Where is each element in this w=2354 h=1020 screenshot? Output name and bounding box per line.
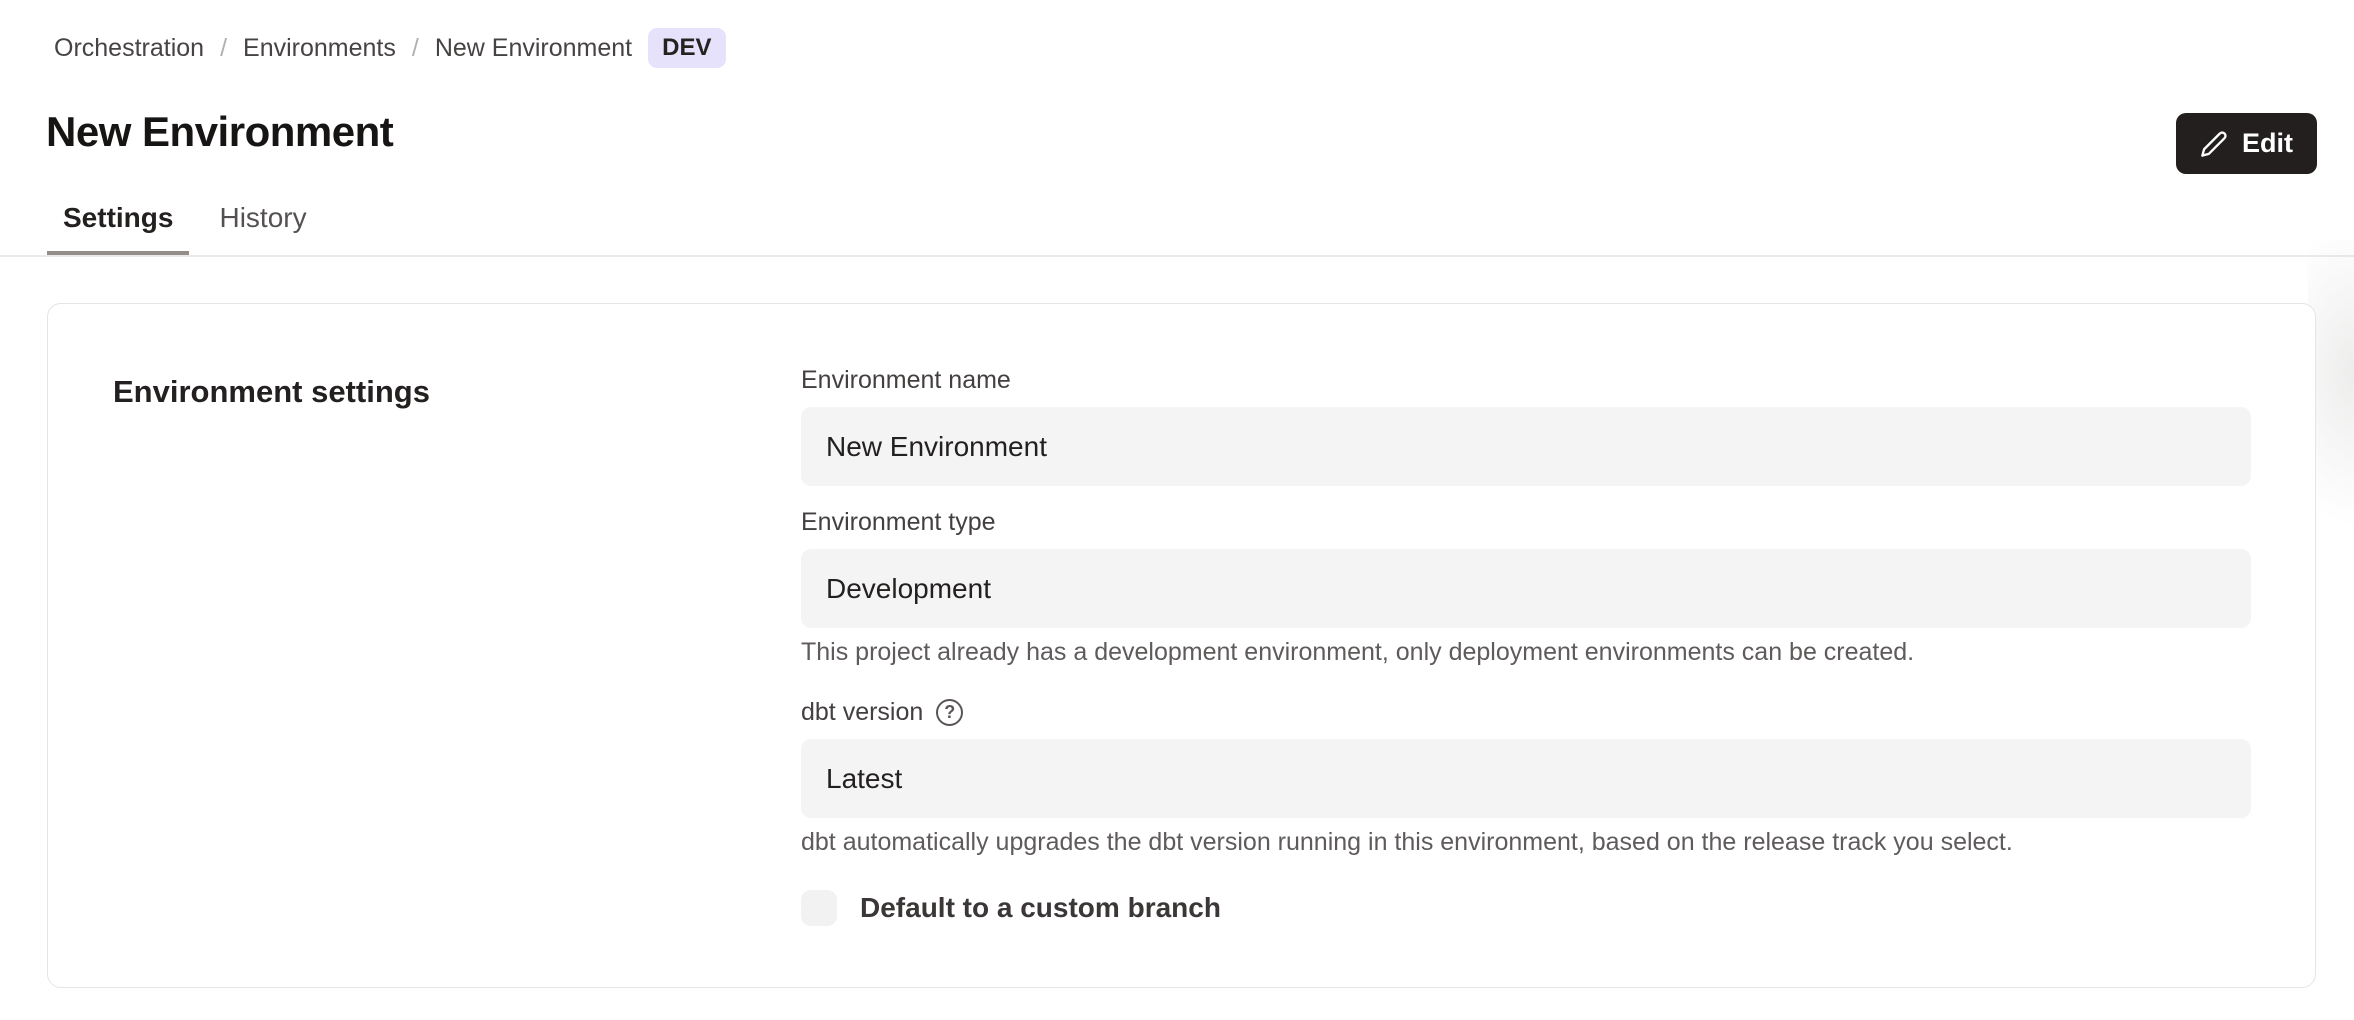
environment-type-label: Environment type bbox=[801, 508, 2251, 537]
dev-badge: DEV bbox=[648, 28, 725, 68]
environment-type-helper: This project already has a development e… bbox=[801, 637, 2251, 667]
tab-bar: Settings History bbox=[47, 202, 323, 256]
dbt-version-label-text: dbt version bbox=[801, 698, 923, 727]
environment-name-label: Environment name bbox=[801, 366, 2251, 395]
tab-settings[interactable]: Settings bbox=[47, 202, 189, 256]
tabs-divider bbox=[0, 255, 2354, 257]
page: Orchestration / Environments / New Envir… bbox=[0, 0, 2354, 1020]
breadcrumb-orchestration[interactable]: Orchestration bbox=[54, 34, 204, 63]
pencil-icon bbox=[2200, 130, 2228, 158]
environment-settings-card: Environment settings Environment name Ne… bbox=[47, 303, 2316, 988]
environment-name-label-text: Environment name bbox=[801, 366, 1011, 395]
custom-branch-checkbox[interactable] bbox=[801, 890, 837, 926]
dbt-version-label: dbt version ? bbox=[801, 698, 2251, 727]
custom-branch-row: Default to a custom branch bbox=[801, 890, 2251, 926]
circle-question-icon[interactable]: ? bbox=[936, 699, 963, 726]
breadcrumb-new-environment[interactable]: New Environment bbox=[435, 34, 632, 63]
card-heading: Environment settings bbox=[113, 374, 430, 410]
dbt-version-helper: dbt automatically upgrades the dbt versi… bbox=[801, 827, 2251, 857]
breadcrumb-separator: / bbox=[412, 34, 419, 63]
page-title: New Environment bbox=[46, 108, 393, 156]
environment-settings-form: Environment name New Environment Environ… bbox=[801, 366, 2251, 926]
edit-button-label: Edit bbox=[2242, 128, 2293, 159]
breadcrumb-environments[interactable]: Environments bbox=[243, 34, 396, 63]
environment-type-input[interactable]: Development bbox=[801, 549, 2251, 628]
breadcrumb: Orchestration / Environments / New Envir… bbox=[54, 28, 726, 68]
breadcrumb-separator: / bbox=[220, 34, 227, 63]
custom-branch-label: Default to a custom branch bbox=[860, 892, 1221, 924]
dbt-version-input[interactable]: Latest bbox=[801, 739, 2251, 818]
tab-history[interactable]: History bbox=[203, 202, 322, 256]
edit-button[interactable]: Edit bbox=[2176, 113, 2317, 174]
environment-name-input[interactable]: New Environment bbox=[801, 407, 2251, 486]
environment-type-label-text: Environment type bbox=[801, 508, 996, 537]
